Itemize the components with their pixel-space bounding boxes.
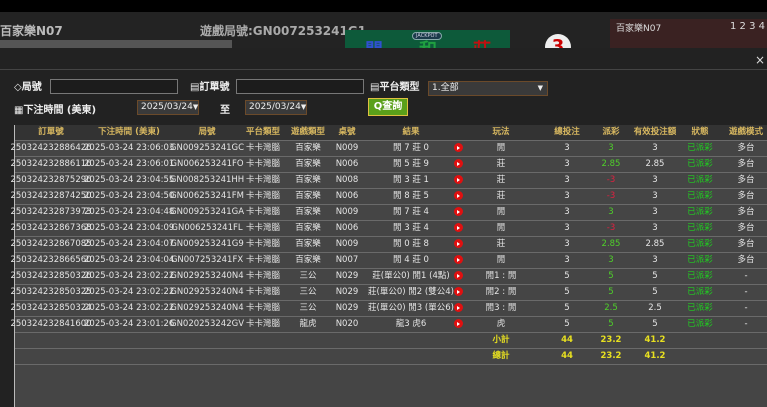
bet-time: 2025-03-24 23:01:26 [84,319,175,329]
platform-value: 1.全部 [432,83,459,93]
order-id: 250324232886426 [10,143,92,153]
table-row: 250324232841600 2025-03-24 23:01:26 GN0202… [10,317,767,333]
table-row: 250324232867085 2025-03-24 23:04:07 GN0092… [10,237,767,253]
order-id: 250324232867368 [10,223,92,233]
chevron-down-icon: ▼ [192,103,199,111]
platform-label-text: 平台類型 [379,82,420,93]
bet-time: 2025-03-24 23:06:01 [84,159,175,169]
live-video: 百家樂N07 1 2 3 4 [610,19,767,48]
search-icon: Q [373,101,383,112]
bet-history-modal: × ◇局號 ▤訂單號 ▤平台類型 1.全部 ▼ ▦下注時間 (美東) 2025/0… [0,48,767,407]
top-bar [0,0,767,12]
subtotal-label: 小計 [492,335,510,345]
bet-time: 2025-03-24 23:04:04 [84,255,175,265]
to-label: 至 [220,105,230,116]
order-id: 250324232841600 [10,319,92,329]
order-id: 250324232875296 [10,175,92,185]
order-id: 250324232873973 [10,207,92,217]
bet-time: 2025-03-24 23:04:09 [84,223,175,233]
game-mode: 多台 [737,223,755,233]
modal-header: × [0,48,767,70]
game-mode: 多台 [737,143,755,153]
order-id: 250324232850326 [10,271,92,281]
jackpot-badge: JACKPOT [412,32,442,40]
round-label: ◇局號 [14,78,42,93]
game-mode: 多台 [737,175,755,185]
game-mode: 多台 [737,159,755,169]
time-label-text: 下注時間 (美東) [23,105,97,116]
query-label: 查詢 [382,101,403,112]
order-input[interactable] [236,79,364,94]
grand-total-valid-bet: 41.2 [644,351,666,361]
order-id: 250324232866560 [10,255,92,265]
game-mode: - [744,271,748,281]
bet-time: 2025-03-24 23:02:22 [84,303,175,313]
game-round-id: 遊戲局號:GN007253241G1 [200,24,367,38]
round-input[interactable] [50,79,178,94]
video-numbers: 1 2 3 4 [730,21,765,32]
game-mode: - [744,287,748,297]
table-row: 250324232850326 2025-03-24 23:02:22 GN0292… [10,269,767,285]
table-row: 250324232866560 2025-03-24 23:04:04 GN0072… [10,253,767,269]
table-row: 250324232886426 2025-03-24 23:06:03 GN0092… [10,141,767,157]
column-header: 下注時間 (美東) [98,127,160,137]
column-header: 結果 [402,127,420,137]
video-label: 百家樂N07 [616,24,662,34]
table-row: 250324232875296 2025-03-24 23:04:55 GN0082… [10,173,767,189]
bead-road [0,40,232,48]
order-id: 250324232867085 [10,239,92,249]
game-mode: - [744,303,748,313]
bet-time: 2025-03-24 23:06:03 [84,143,175,153]
bet-time: 2025-03-24 23:02:22 [84,271,175,281]
date-from-value: 2025/03/24 [141,102,193,112]
platform-select[interactable]: 1.全部 ▼ [428,81,548,96]
close-icon[interactable]: × [755,53,765,67]
platform-label: ▤平台類型 [370,78,419,93]
grand-total-row: 總計 44 23.2 41.2 [15,349,767,365]
table-row: 250324232873973 2025-03-24 23:04:48 GN0092… [10,205,767,221]
subtotal-valid-bet: 41.2 [644,335,666,345]
date-to-value: 2025/03/24 [249,102,301,112]
game-table-name: 百家樂N07 [0,24,63,38]
game-mode: - [744,319,748,329]
order-label-text: 訂單號 [199,82,230,93]
bet-time: 2025-03-24 23:04:50 [84,191,175,201]
chevron-down-icon: ▼ [300,103,307,111]
order-label: ▤訂單號 [190,78,229,93]
game-mode: 多台 [737,255,755,265]
date-to[interactable]: 2025/03/24▼ [245,100,307,115]
table-row: 250324232886116 2025-03-24 23:06:01 GN0062… [10,157,767,173]
round-label-text: 局號 [21,82,42,93]
column-header: 遊戲模式 [728,127,763,137]
table-header: 訂單號 下注時間 (美東) 局號 平台類型 遊戲類型 桌號 結果 玩法 總投注 派彩 有效投注額 狀態… [15,125,767,141]
table-row: 250324232874250 2025-03-24 23:04:50 GN0062… [10,189,767,205]
bet-time: 2025-03-24 23:04:55 [84,175,175,185]
chevron-down-icon: ▼ [537,84,543,92]
query-button[interactable]: Q查詢 [368,98,408,116]
bet-time: 2025-03-24 23:04:07 [84,239,175,249]
table-row: 250324232850325 2025-03-24 23:02:22 GN0292… [10,285,767,301]
tag-icon: ◇ [14,82,22,93]
bet-time: 2025-03-24 23:02:22 [84,287,175,297]
order-id: 250324232874250 [10,191,92,201]
table-row: 250324232850324 2025-03-24 23:02:22 GN0292… [10,301,767,317]
game-mode: 多台 [737,207,755,217]
column-header: 訂單號 [38,127,64,137]
date-from[interactable]: 2025/03/24▼ [137,100,199,115]
order-id: 250324232886116 [10,159,92,169]
subtotal-row: 小計 44 23.2 41.2 [15,333,767,349]
grand-total-label: 總計 [492,351,510,361]
order-id: 250324232850324 [10,303,92,313]
bet-history-table: 訂單號 下注時間 (美東) 局號 平台類型 遊戲類型 桌號 結果 玩法 總投注 派彩 有效投注額 狀態… [10,125,767,407]
game-mode: 多台 [737,191,755,201]
game-mode: 多台 [737,239,755,249]
bet-time: 2025-03-24 23:04:48 [84,207,175,217]
time-label: ▦下注時間 (美東) [14,101,96,116]
order-id: 250324232850325 [10,287,92,297]
table-row: 250324232867368 2025-03-24 23:04:09 GN0062… [10,221,767,237]
